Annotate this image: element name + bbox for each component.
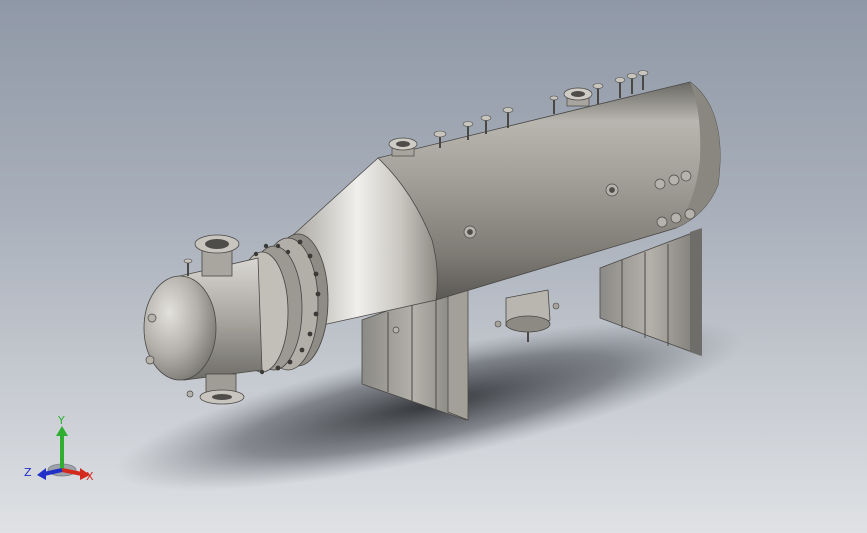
triad-y-label: Y [57, 414, 65, 427]
triad-x-label: X [86, 470, 94, 483]
channel-top-nozzle [194, 234, 240, 277]
shell-top-nozzle-1 [388, 137, 418, 157]
triad-y-arrowhead [56, 426, 68, 436]
triad-z-label: Z [24, 466, 32, 479]
channel-head [143, 275, 217, 381]
graphics-viewport[interactable]: Y X Z [0, 0, 867, 533]
shell-top-nozzle-2 [563, 87, 593, 107]
channel-bottom-nozzle [199, 373, 245, 405]
view-orientation-triad[interactable]: Y X Z [18, 410, 108, 490]
vessel-model[interactable] [0, 0, 867, 533]
triad-z-arrowhead [37, 468, 46, 480]
